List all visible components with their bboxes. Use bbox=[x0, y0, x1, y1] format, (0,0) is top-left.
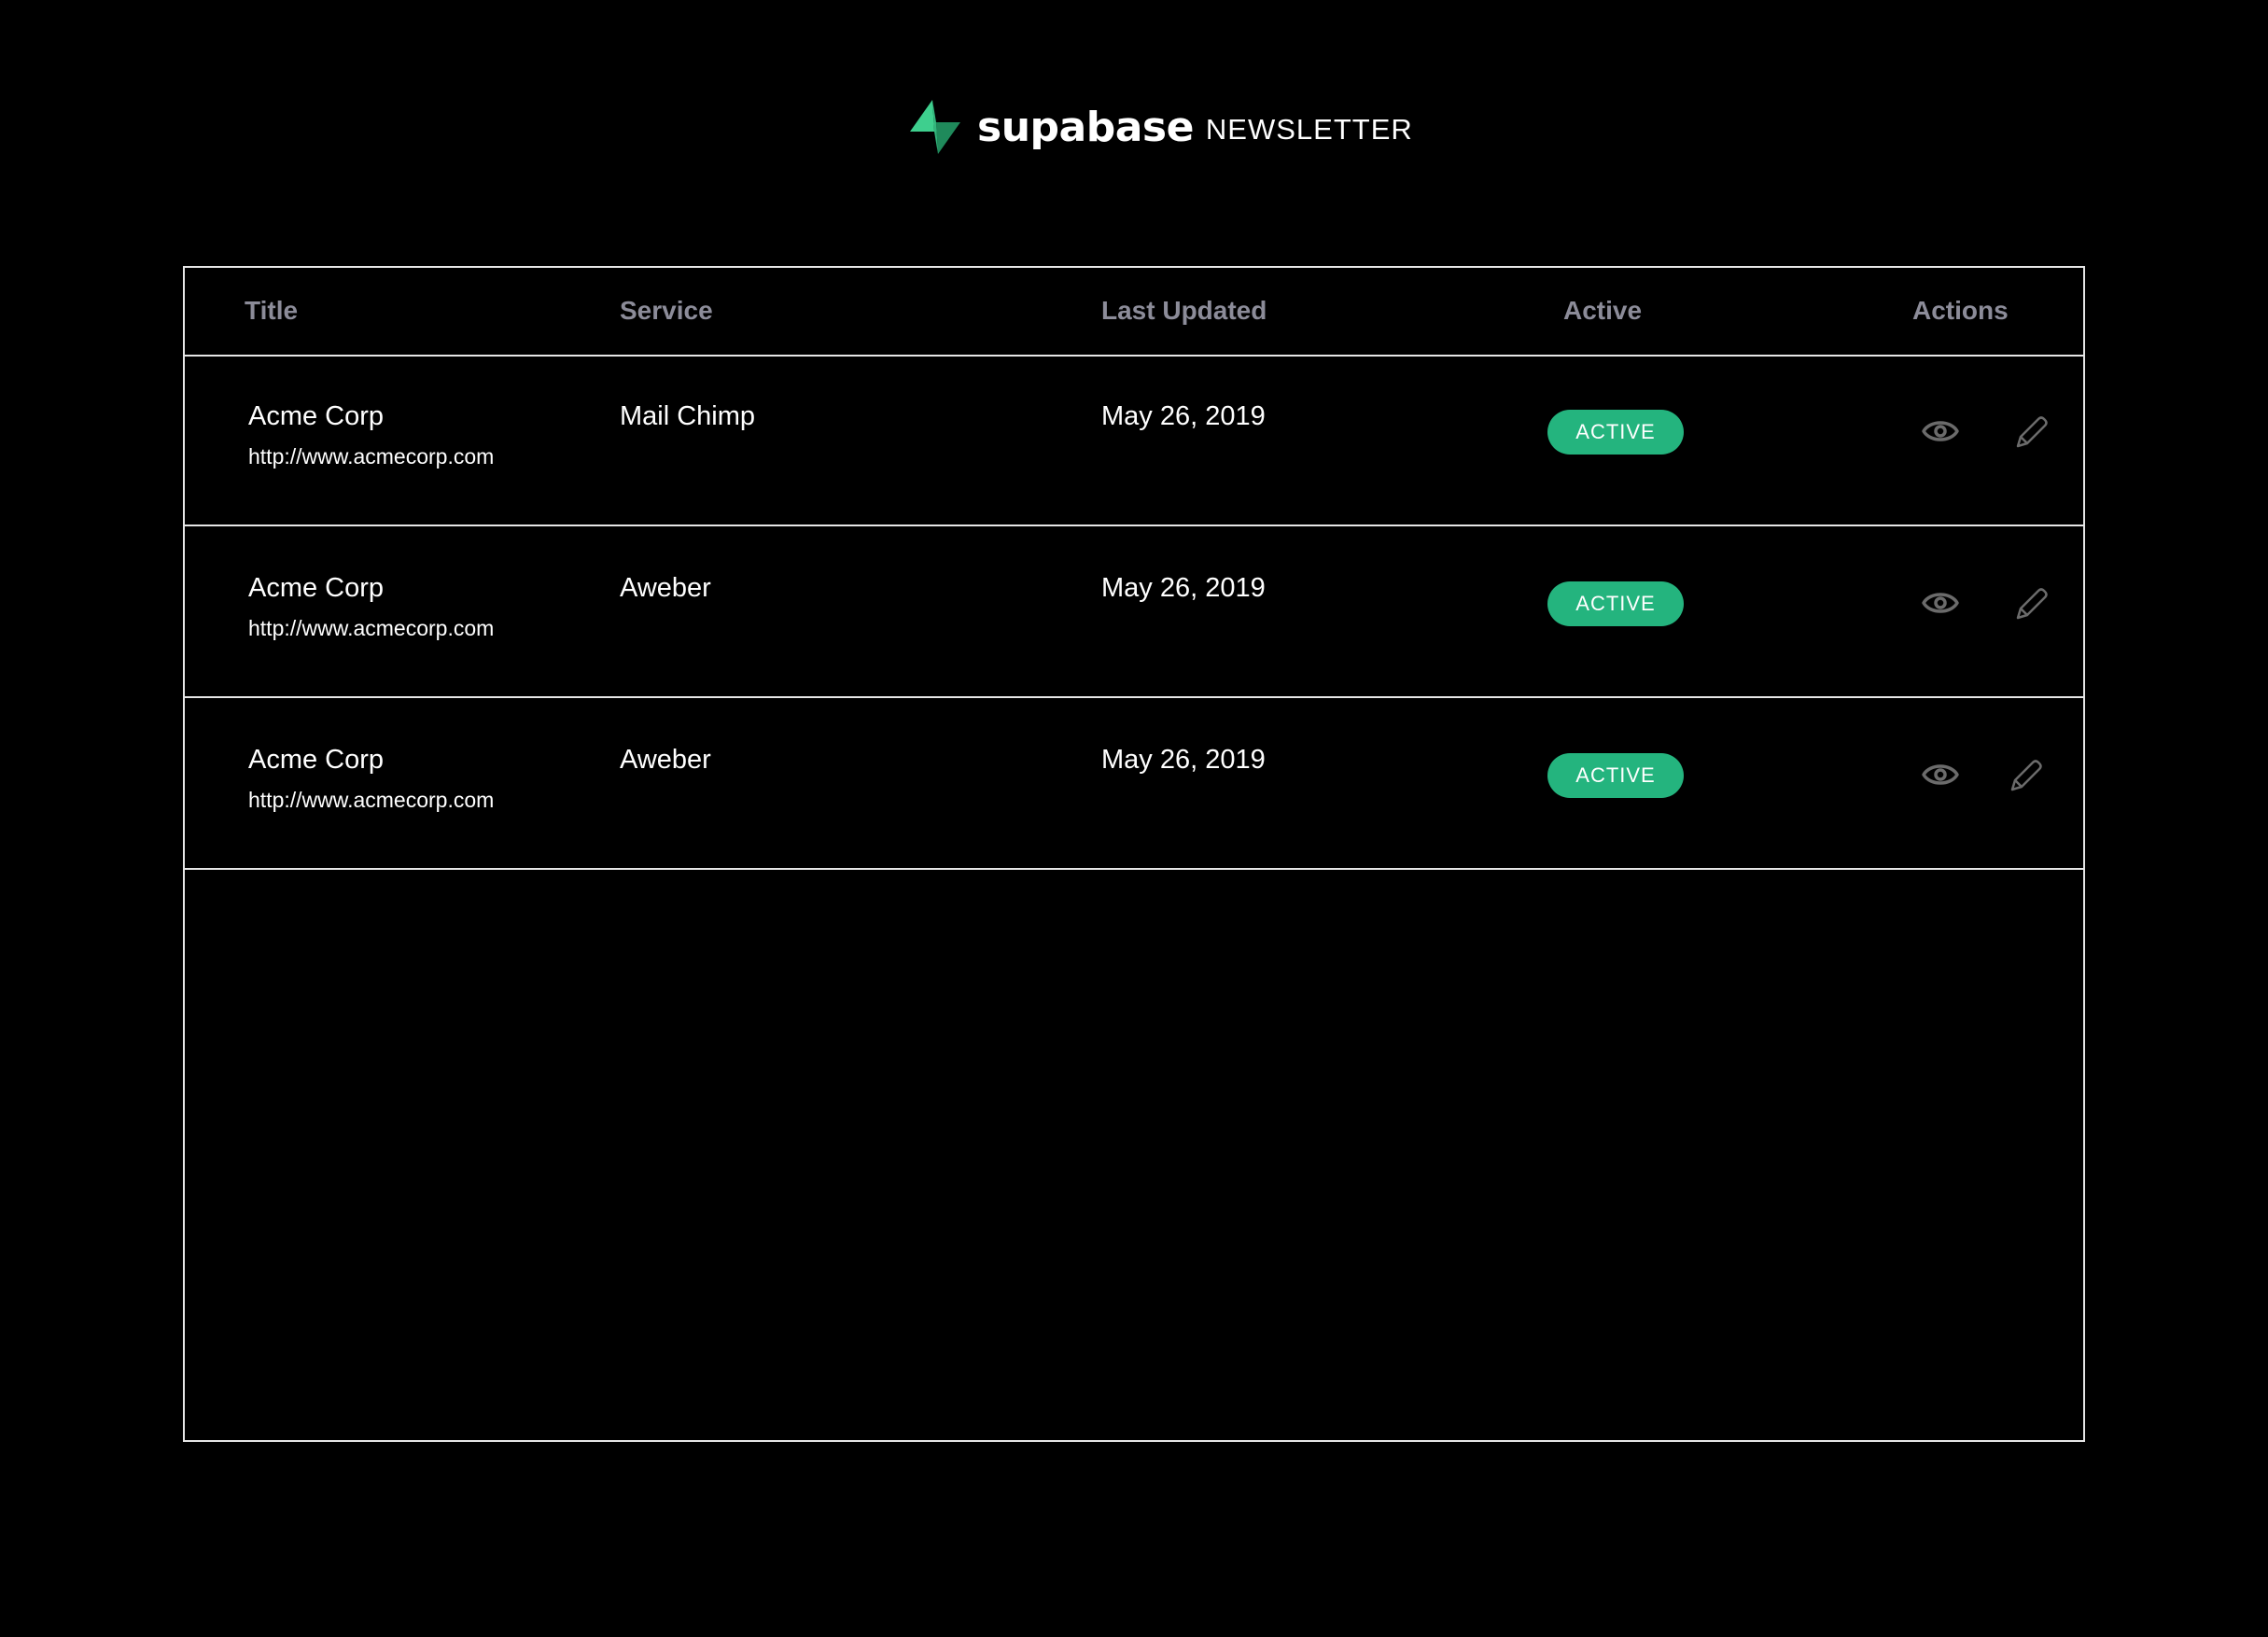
supabase-bolt-icon bbox=[910, 100, 960, 154]
row-service: Mail Chimp bbox=[620, 401, 756, 431]
table-row: Acme Corp http://www.acmecorp.com Aweber… bbox=[185, 698, 2083, 870]
row-url: http://www.acmecorp.com bbox=[248, 616, 495, 640]
pencil-icon[interactable] bbox=[2007, 758, 2044, 795]
column-header-title: Title bbox=[245, 296, 299, 325]
table-header: Title Service Last Updated Active Action… bbox=[185, 268, 2083, 357]
eye-icon[interactable] bbox=[1921, 415, 1960, 447]
row-last-updated: May 26, 2019 bbox=[1101, 401, 1266, 431]
row-title: Acme Corp bbox=[248, 401, 385, 431]
table-row: Acme Corp http://www.acmecorp.com Mail C… bbox=[185, 355, 2083, 526]
status-badge: ACTIVE bbox=[1547, 410, 1684, 455]
table-row: Acme Corp http://www.acmecorp.com Aweber… bbox=[185, 526, 2083, 698]
row-url: http://www.acmecorp.com bbox=[248, 788, 495, 812]
column-header-last-updated: Last Updated bbox=[1101, 296, 1267, 325]
column-header-active: Active bbox=[1563, 296, 1643, 325]
brand-header: supabase NEWSLETTER bbox=[910, 97, 1413, 157]
eye-icon[interactable] bbox=[1921, 759, 1960, 791]
row-title: Acme Corp bbox=[248, 573, 385, 603]
brand-name: supabase bbox=[977, 103, 1194, 151]
eye-icon[interactable] bbox=[1921, 587, 1960, 619]
row-url: http://www.acmecorp.com bbox=[248, 444, 495, 469]
newsletter-table: Title Service Last Updated Active Action… bbox=[183, 266, 2085, 1442]
row-last-updated: May 26, 2019 bbox=[1101, 745, 1266, 775]
row-title: Acme Corp bbox=[248, 745, 385, 775]
pencil-icon[interactable] bbox=[2012, 414, 2050, 452]
row-service: Aweber bbox=[620, 745, 711, 775]
pencil-icon[interactable] bbox=[2012, 586, 2050, 623]
column-header-actions: Actions bbox=[1912, 296, 2009, 325]
status-badge: ACTIVE bbox=[1547, 581, 1684, 626]
row-service: Aweber bbox=[620, 573, 711, 603]
product-name: NEWSLETTER bbox=[1205, 112, 1413, 146]
status-badge: ACTIVE bbox=[1547, 753, 1684, 798]
column-header-service: Service bbox=[620, 296, 713, 325]
row-last-updated: May 26, 2019 bbox=[1101, 573, 1266, 603]
